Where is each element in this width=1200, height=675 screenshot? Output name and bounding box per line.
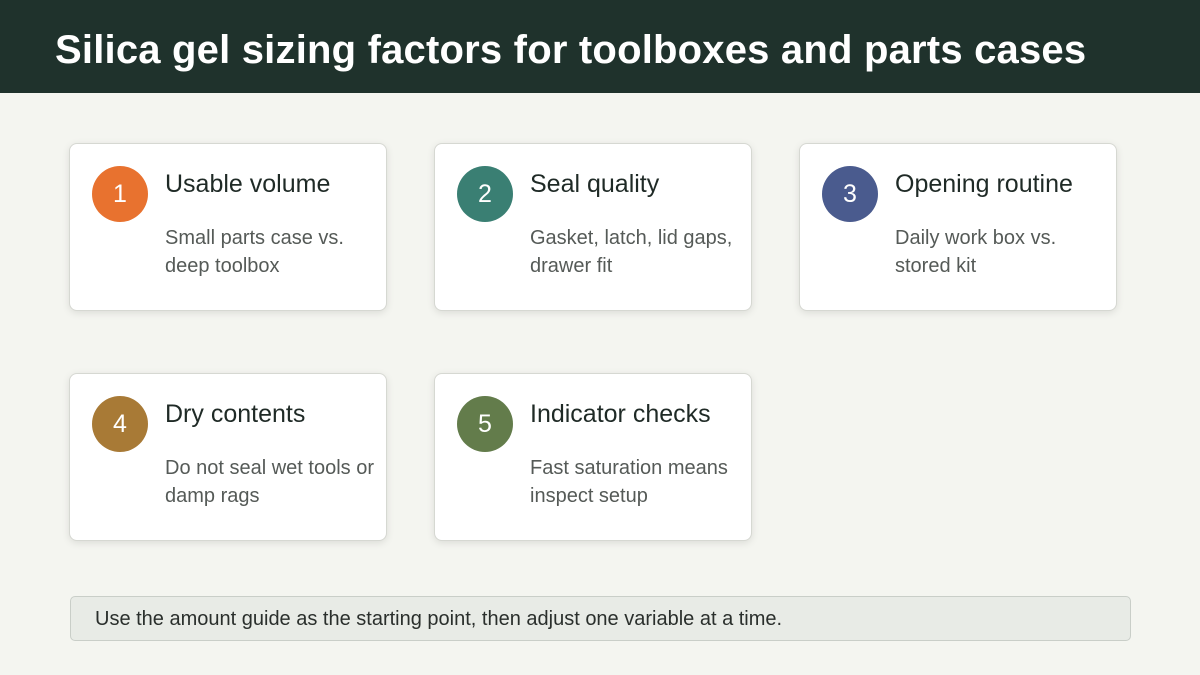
number-badge: 1 xyxy=(92,166,148,222)
card-description: Daily work box vs. stored kit xyxy=(895,227,1057,277)
number-badge: 5 xyxy=(457,396,513,452)
factor-card-indicator-checks: 5 Indicator checks Fast saturation means… xyxy=(434,373,752,541)
footer-note: Use the amount guide as the starting poi… xyxy=(70,596,1131,641)
number-badge: 4 xyxy=(92,396,148,452)
factor-card-dry-contents: 4 Dry contents Do not seal wet tools or … xyxy=(69,373,387,541)
factor-card-usable-volume: 1 Usable volume Small parts case vs. dee… xyxy=(69,143,387,311)
card-title: Opening routine xyxy=(895,170,1073,198)
card-description: Do not seal wet tools or damp rags xyxy=(165,457,374,507)
card-title: Usable volume xyxy=(165,170,331,198)
factor-card-opening-routine: 3 Opening routine Daily work box vs. sto… xyxy=(799,143,1117,311)
card-title: Dry contents xyxy=(165,400,306,428)
factor-card-seal-quality: 2 Seal quality Gasket, latch, lid gaps, … xyxy=(434,143,752,311)
card-title: Seal quality xyxy=(530,170,660,198)
card-title: Indicator checks xyxy=(530,400,711,428)
footer-note-text: Use the amount guide as the starting poi… xyxy=(95,608,783,630)
card-description: Gasket, latch, lid gaps, drawer fit xyxy=(530,227,733,277)
number-badge: 2 xyxy=(457,166,513,222)
card-description: Fast saturation means inspect setup xyxy=(530,457,728,507)
header-bar: Silica gel sizing factors for toolboxes … xyxy=(0,0,1200,93)
card-description: Small parts case vs. deep toolbox xyxy=(165,227,344,277)
page-title: Silica gel sizing factors for toolboxes … xyxy=(55,28,1087,72)
number-badge: 3 xyxy=(822,166,878,222)
